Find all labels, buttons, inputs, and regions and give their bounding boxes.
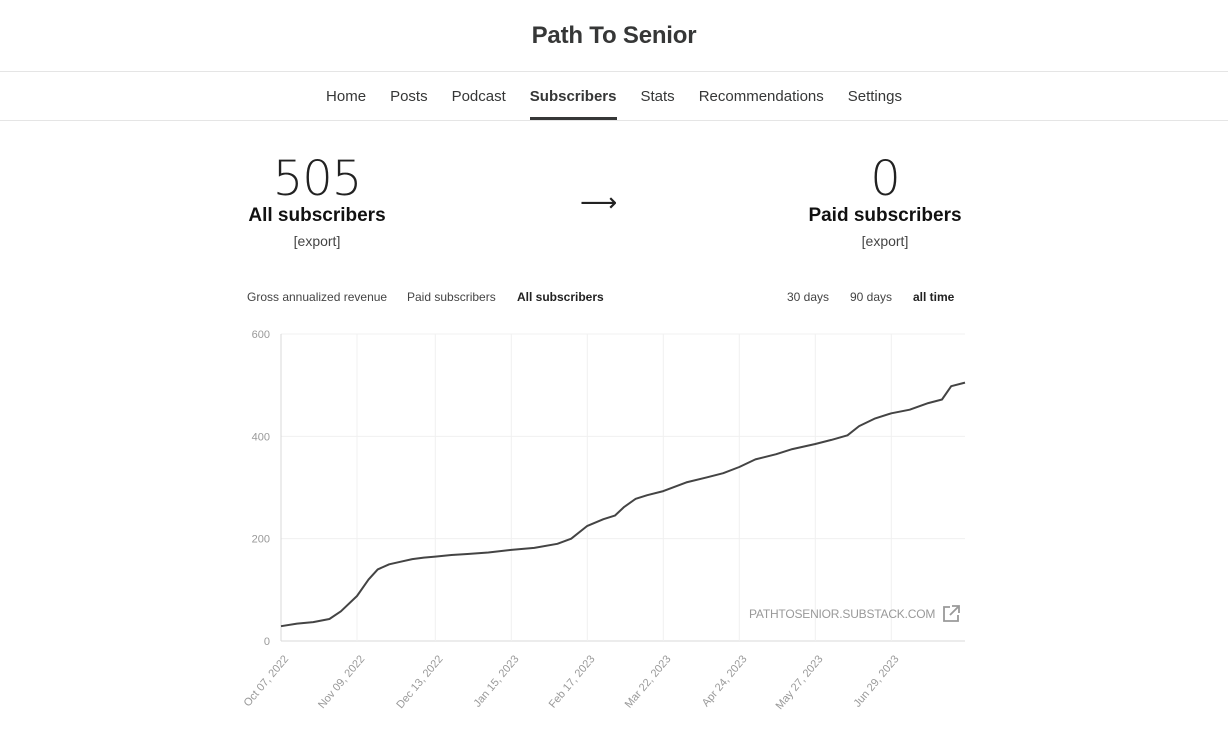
y-tick-label: 400 [252, 431, 270, 443]
x-tick-label: Oct 07, 2022 [242, 653, 292, 709]
site-header: Path To Senior [0, 0, 1228, 72]
subscriber-summary: 505 All subscribers [export] ⟶ 0 Paid su… [0, 121, 1228, 281]
tab-stats[interactable]: Stats [629, 72, 687, 120]
subscribers-chart: 0 200 400 600 Oct 07, 2022 Nov 09, 2022 Dec 13… [242, 329, 966, 712]
external-link-icon [943, 605, 961, 622]
y-tick-label: 200 [252, 534, 270, 546]
chart-controls: Gross annualized revenue Paid subscriber… [247, 290, 959, 308]
x-tick-label: Feb 17, 2023 [547, 653, 598, 710]
metric-paid-subscribers[interactable]: Paid subscribers [407, 290, 496, 304]
range-30-days[interactable]: 30 days [787, 290, 829, 304]
paid-subscribers-summary: 0 Paid subscribers [export] [775, 151, 995, 249]
x-tick-label: Mar 22, 2023 [623, 653, 674, 710]
x-tick-label: Jan 15, 2023 [472, 653, 522, 709]
metric-all-subscribers[interactable]: All subscribers [517, 290, 604, 304]
tab-recommendations[interactable]: Recommendations [687, 72, 836, 120]
x-tick-label: May 27, 2023 [774, 653, 826, 712]
site-title[interactable]: Path To Senior [532, 22, 697, 50]
x-tick-label: Nov 09, 2022 [316, 653, 367, 711]
export-all-link[interactable]: [export] [207, 233, 427, 249]
range-90-days[interactable]: 90 days [850, 290, 892, 304]
paid-subscribers-count: 0 [870, 151, 901, 207]
publication-link[interactable]: PATHTOSENIOR.SUBSTACK.COM [749, 604, 961, 624]
all-subscribers-count: 505 [272, 151, 363, 207]
range-all-time[interactable]: all time [913, 290, 954, 304]
tab-settings[interactable]: Settings [836, 72, 914, 120]
series-line [280, 381, 966, 628]
x-tick-label: Apr 24, 2023 [700, 653, 750, 709]
dashboard-nav: Home Posts Podcast Subscribers Stats Rec… [0, 72, 1228, 121]
x-tick-label: Dec 13, 2022 [394, 653, 445, 711]
all-subscribers-label: All subscribers [248, 205, 386, 226]
paid-subscribers-label: Paid subscribers [808, 205, 962, 226]
tab-home[interactable]: Home [314, 72, 378, 120]
tab-posts[interactable]: Posts [378, 72, 440, 120]
tab-subscribers[interactable]: Subscribers [518, 72, 629, 120]
arrow-right-icon: ⟶ [580, 187, 618, 217]
y-tick-label: 600 [252, 329, 270, 341]
tab-podcast[interactable]: Podcast [440, 72, 518, 120]
all-subscribers-summary: 505 All subscribers [export] [207, 151, 427, 249]
publication-url: PATHTOSENIOR.SUBSTACK.COM [749, 607, 936, 621]
y-tick-label: 0 [264, 636, 270, 648]
metric-gross-revenue[interactable]: Gross annualized revenue [247, 290, 387, 304]
x-tick-label: Jun 29, 2023 [852, 653, 902, 709]
export-paid-link[interactable]: [export] [775, 233, 995, 249]
